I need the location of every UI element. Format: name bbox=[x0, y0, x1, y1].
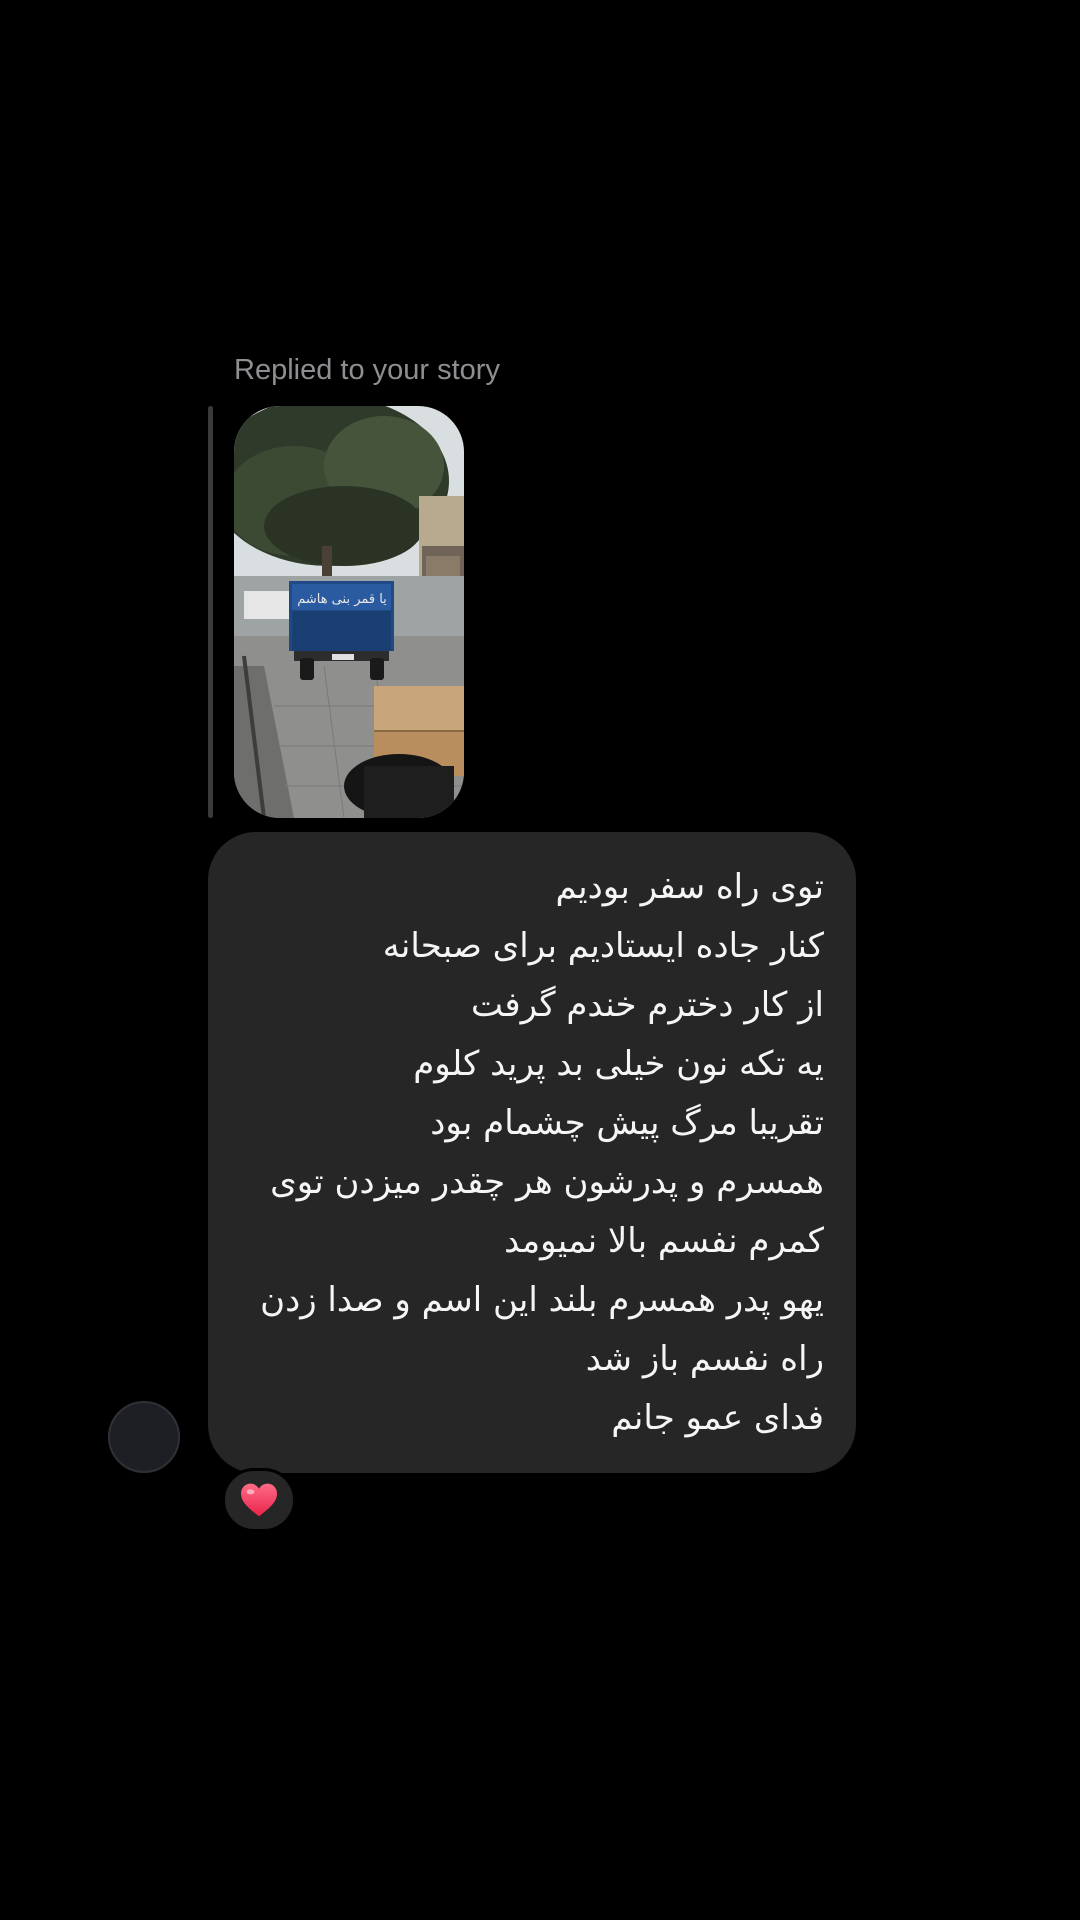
sender-avatar[interactable] bbox=[108, 1401, 180, 1473]
story-photo: یا قمر بنی هاشم bbox=[234, 406, 464, 818]
message-line: همسرم و پدرشون هر چقدر میزدن توی bbox=[270, 1162, 824, 1202]
message-line: توی راه سفر بودیم bbox=[555, 867, 824, 907]
message-bubble[interactable]: توی راه سفر بودیم کنار جاده ایستادیم برا… bbox=[208, 832, 856, 1473]
heart-icon bbox=[241, 1483, 277, 1517]
message-line: از کار دخترم خندم گرفت bbox=[470, 985, 824, 1025]
message-line: کنار جاده ایستادیم برای صبحانه bbox=[382, 926, 824, 966]
message-line: راه نفسم باز شد bbox=[585, 1339, 824, 1379]
message-line: یه تکه نون خیلی بد پرید کلوم bbox=[413, 1044, 824, 1084]
reaction-badge[interactable] bbox=[222, 1468, 296, 1532]
message-line: کمرم نفسم بالا نمیومد bbox=[504, 1221, 824, 1261]
reply-quote-bar bbox=[208, 406, 213, 818]
message-line: تقریبا مرگ پیش چشمام بود bbox=[430, 1103, 824, 1143]
story-thumbnail[interactable]: یا قمر بنی هاشم bbox=[234, 406, 464, 818]
message-line: یهو پدر همسرم بلند این اسم و صدا زدن bbox=[260, 1280, 824, 1320]
vehicle-sign: یا قمر بنی هاشم bbox=[297, 592, 387, 607]
message-line: فدای عمو جانم bbox=[611, 1398, 824, 1438]
replied-to-story-label: Replied to your story bbox=[234, 354, 500, 386]
